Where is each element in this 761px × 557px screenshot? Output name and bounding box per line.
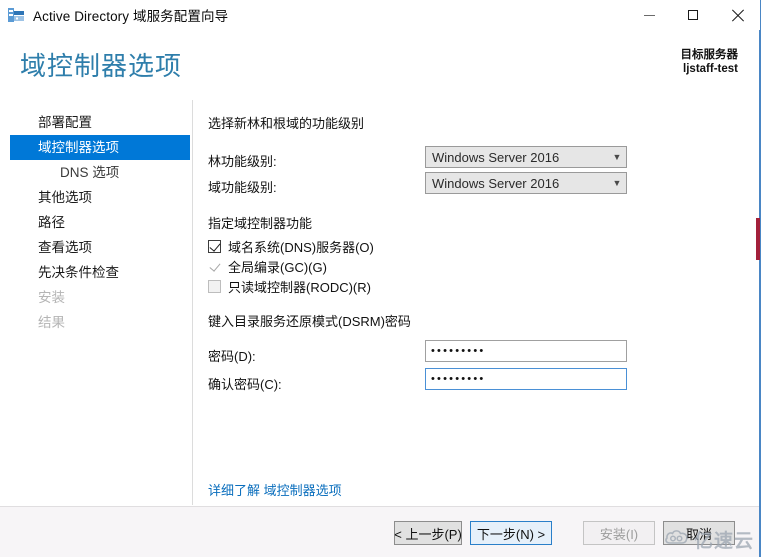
background-window-sliver	[756, 218, 760, 260]
cancel-button[interactable]: 取消	[663, 521, 735, 545]
forest-functional-level-select[interactable]: Windows Server 2016 ▼	[425, 146, 627, 168]
sidebar-item-domain-controller-options[interactable]: 域控制器选项	[10, 135, 190, 160]
page-header: 域控制器选项 目标服务器 ljstaff-test	[0, 30, 760, 98]
confirm-password-input[interactable]: •••••••••	[425, 368, 627, 390]
server-manager-icon	[7, 6, 25, 24]
minimize-icon[interactable]	[627, 1, 671, 30]
confirm-password-label: 确认密码(C):	[208, 377, 282, 392]
password-input[interactable]: •••••••••	[425, 340, 627, 362]
chevron-down-icon: ▼	[612, 151, 622, 162]
target-server-label: 目标服务器	[680, 49, 739, 61]
sidebar-item-deployment-config[interactable]: 部署配置	[10, 110, 190, 135]
sidebar-item-dns-options[interactable]: DNS 选项	[10, 160, 190, 185]
checkbox-global-catalog-label: 全局编录(GC)(G)	[228, 260, 327, 275]
wizard-step-nav: 部署配置 域控制器选项 DNS 选项 其他选项 路径 查看选项 先决条件检查 安…	[0, 100, 193, 505]
window-controls	[627, 0, 759, 30]
sidebar-item-additional-options[interactable]: 其他选项	[10, 185, 190, 210]
dsrm-password-heading: 键入目录服务还原模式(DSRM)密码	[208, 314, 411, 329]
wizard-button-bar: < 上一步(P) 下一步(N) > 安装(I) 取消	[0, 506, 760, 557]
window-title: Active Directory 域服务配置向导	[33, 9, 229, 24]
page-title: 域控制器选项	[20, 51, 183, 81]
title-bar: Active Directory 域服务配置向导	[0, 0, 760, 30]
sidebar-item-installation: 安装	[38, 290, 65, 305]
forest-functional-level-label: 林功能级别:	[208, 154, 277, 169]
domain-functional-level-select[interactable]: Windows Server 2016 ▼	[425, 172, 627, 194]
previous-button[interactable]: < 上一步(P)	[394, 521, 462, 545]
window-right-edge	[759, 30, 760, 557]
functional-level-heading: 选择新林和根域的功能级别	[208, 116, 365, 131]
capabilities-heading: 指定域控制器功能	[208, 216, 313, 231]
main-content: 选择新林和根域的功能级别 林功能级别: Windows Server 2016 …	[194, 100, 760, 505]
install-button: 安装(I)	[583, 521, 655, 545]
target-server-info: 目标服务器 ljstaff-test	[681, 48, 739, 77]
checkbox-box-checked-icon	[208, 240, 221, 253]
domain-functional-level-label: 域功能级别:	[208, 180, 277, 195]
checkbox-read-only-dc: 只读域控制器(RODC)(R)	[208, 278, 371, 295]
target-server-name: ljstaff-test	[683, 63, 738, 76]
sidebar-item-paths[interactable]: 路径	[10, 210, 190, 235]
password-label: 密码(D):	[208, 349, 256, 364]
sidebar-item-results: 结果	[38, 315, 65, 330]
next-button[interactable]: 下一步(N) >	[470, 521, 552, 545]
domain-functional-level-value: Windows Server 2016	[432, 175, 560, 191]
chevron-down-icon: ▼	[612, 177, 622, 188]
ad-ds-configuration-wizard-window: Active Directory 域服务配置向导 域控制器选项 目标服务器 lj…	[0, 0, 761, 557]
forest-functional-level-value: Windows Server 2016	[432, 149, 560, 165]
learn-more-link[interactable]: 详细了解 域控制器选项	[208, 480, 342, 499]
checkbox-dns-server[interactable]: 域名系统(DNS)服务器(O)	[208, 238, 374, 255]
maximize-icon[interactable]	[671, 1, 715, 30]
checkbox-box-checked-disabled-icon	[208, 260, 221, 273]
checkbox-global-catalog: 全局编录(GC)(G)	[208, 258, 327, 275]
close-icon[interactable]	[715, 1, 759, 30]
checkbox-box-unchecked-disabled-icon	[208, 280, 221, 293]
checkbox-read-only-dc-label: 只读域控制器(RODC)(R)	[228, 280, 371, 295]
sidebar-item-review-options[interactable]: 查看选项	[10, 235, 190, 260]
checkbox-dns-server-label: 域名系统(DNS)服务器(O)	[228, 240, 374, 255]
sidebar-item-prerequisites-check[interactable]: 先决条件检查	[10, 260, 190, 285]
